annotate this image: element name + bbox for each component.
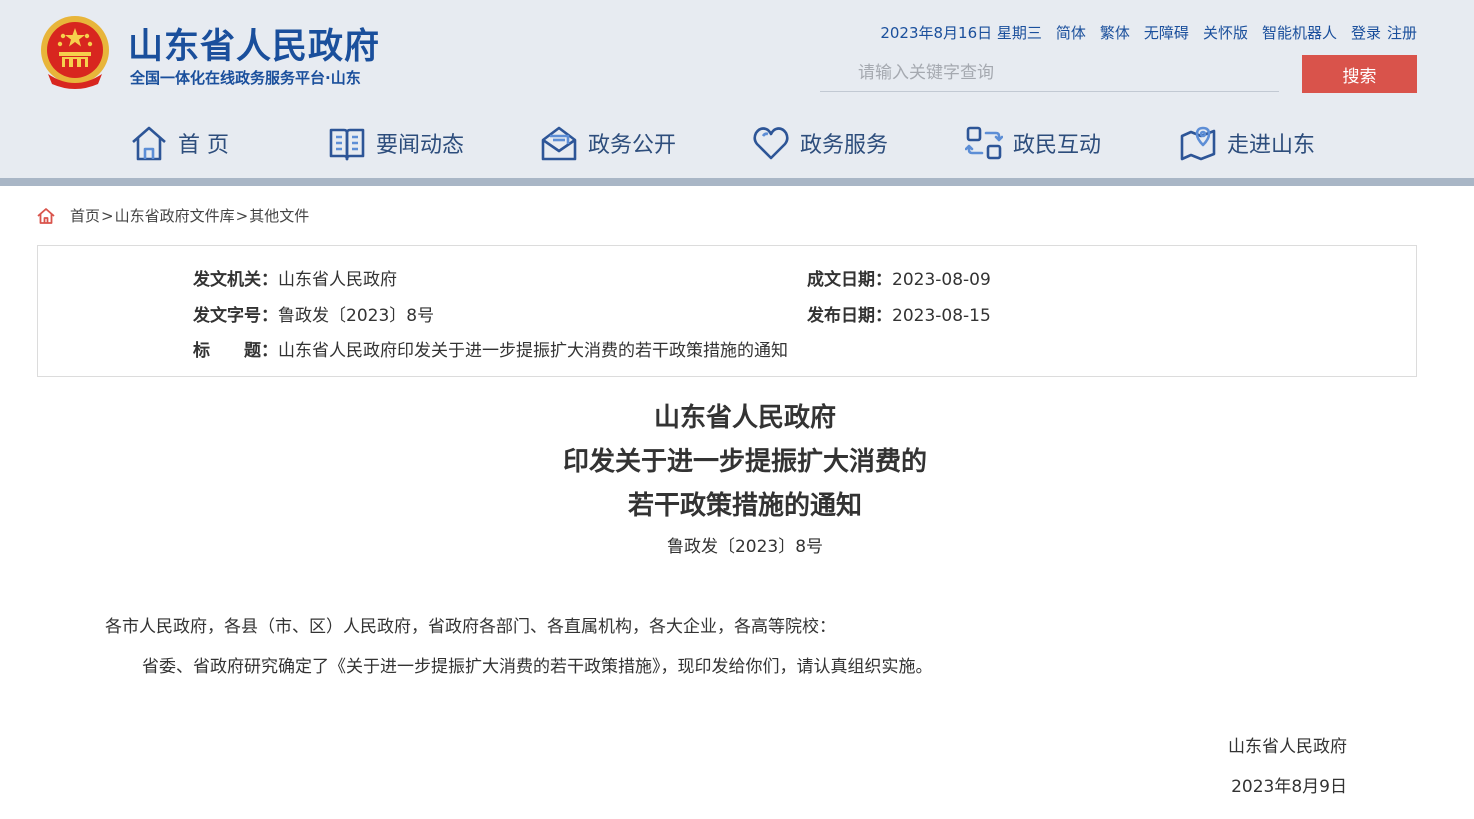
info-created-value: 2023-08-09: [892, 270, 991, 290]
info-issuer-label: 发文机关：: [193, 270, 278, 290]
heart-icon: [753, 127, 789, 160]
link-accessibility[interactable]: 无障碍: [1144, 22, 1189, 43]
site-title[interactable]: 山东省人民政府: [128, 18, 380, 69]
document-title-line-3: 若干政策措施的通知: [627, 491, 862, 521]
info-doc-no-value: 鲁政发〔2023〕8号: [278, 306, 435, 326]
breadcrumb-separator: >: [235, 206, 249, 225]
link-login[interactable]: 登录: [1351, 22, 1381, 43]
nav-gov-services-label: 政务服务: [800, 133, 889, 158]
location-icon: [1180, 126, 1216, 161]
nav-gov-affairs[interactable]: 政务公开: [540, 124, 676, 162]
nav-shandong-label: 走进山东: [1227, 133, 1316, 158]
info-doc-no-label: 发文字号：: [193, 306, 278, 326]
home-icon: [37, 207, 55, 224]
breadcrumb-separator: >: [101, 206, 114, 225]
info-published-value: 2023-08-15: [892, 306, 991, 326]
info-title-label-b: 题：: [244, 341, 278, 361]
document-body: 省委、省政府研究确定了《关于进一步提振扩大消费的若干政策措施》，现印发给你们，请…: [142, 657, 933, 677]
national-emblem-icon: [41, 16, 109, 89]
breadcrumb: 首页 > 山东省政府文件库 > 其他文件: [36, 205, 309, 226]
link-simplified[interactable]: 简体: [1056, 22, 1086, 43]
search-input[interactable]: [820, 56, 1279, 90]
nav-gov-services[interactable]: 政务服务: [752, 124, 888, 162]
main-nav: 首 页 要闻动态 政务公开 政务服务 政民互动 走进山东: [0, 118, 1474, 174]
info-title-value: 山东省人民政府印发关于进一步提振扩大消费的若干政策措施的通知: [278, 341, 788, 361]
auth-links: 登录 注册: [1351, 22, 1417, 43]
document-number: 鲁政发〔2023〕8号: [666, 537, 824, 557]
interaction-icon: [965, 126, 1003, 160]
info-published-label: 发布日期：: [807, 306, 892, 326]
link-chatbot[interactable]: 智能机器人: [1262, 22, 1337, 43]
nav-news[interactable]: 要闻动态: [328, 124, 464, 162]
document-title-line-1: 山东省人民政府: [653, 403, 836, 433]
top-links: 2023年8月16日 星期三 简体 繁体 无障碍 关怀版 智能机器人 登录 注册: [880, 22, 1417, 43]
nav-home[interactable]: 首 页: [130, 124, 229, 162]
document-title-line-2: 印发关于进一步提振扩大消费的: [562, 447, 927, 477]
link-elderly-mode[interactable]: 关怀版: [1203, 22, 1248, 43]
search-box: [820, 56, 1279, 92]
mail-open-icon: [541, 126, 577, 161]
nav-interaction[interactable]: 政民互动: [965, 124, 1101, 162]
document-salutation: 各市人民政府，各县（市、区）人民政府，省政府各部门、各直属机构，各大企业，各高等…: [105, 617, 836, 637]
nav-interaction-label: 政民互动: [1013, 133, 1102, 158]
info-title-label-a: 标: [193, 341, 210, 361]
info-title: 标 题：山东省人民政府印发关于进一步提振扩大消费的若干政策措施的通知: [193, 336, 788, 361]
current-date: 2023年8月16日 星期三: [880, 24, 1042, 42]
link-register[interactable]: 注册: [1387, 22, 1417, 43]
document-signature: 山东省人民政府: [1228, 737, 1347, 757]
nav-news-label: 要闻动态: [376, 133, 465, 158]
nav-shandong[interactable]: 走进山东: [1179, 124, 1315, 162]
breadcrumb-other-files[interactable]: 其他文件: [249, 205, 309, 226]
breadcrumb-home[interactable]: 首页: [70, 205, 100, 226]
nav-gov-affairs-label: 政务公开: [588, 133, 677, 158]
breadcrumb-file-library[interactable]: 山东省政府文件库: [115, 205, 235, 226]
info-published-date: 发布日期：2023-08-15: [807, 301, 991, 326]
nav-home-label: 首 页: [178, 133, 229, 158]
site-subtitle: 全国一体化在线政务服务平台·山东: [130, 69, 361, 87]
info-created-label: 成文日期：: [807, 270, 892, 290]
info-issuer-value: 山东省人民政府: [278, 270, 397, 290]
search-button[interactable]: 搜索: [1302, 55, 1417, 93]
news-icon: [329, 128, 365, 161]
document-sign-date: 2023年8月9日: [1231, 777, 1347, 797]
info-issuer: 发文机关：山东省人民政府: [193, 265, 397, 290]
home-icon: [132, 126, 166, 161]
site-header: 山东省人民政府 全国一体化在线政务服务平台·山东 2023年8月16日 星期三 …: [0, 0, 1474, 178]
info-doc-number: 发文字号：鲁政发〔2023〕8号: [193, 301, 434, 326]
info-created-date: 成文日期：2023-08-09: [807, 265, 991, 290]
document-info-box: 发文机关：山东省人民政府 成文日期：2023-08-09 发文字号：鲁政发〔20…: [37, 245, 1417, 377]
link-traditional[interactable]: 繁体: [1100, 22, 1130, 43]
header-divider: [0, 178, 1474, 186]
